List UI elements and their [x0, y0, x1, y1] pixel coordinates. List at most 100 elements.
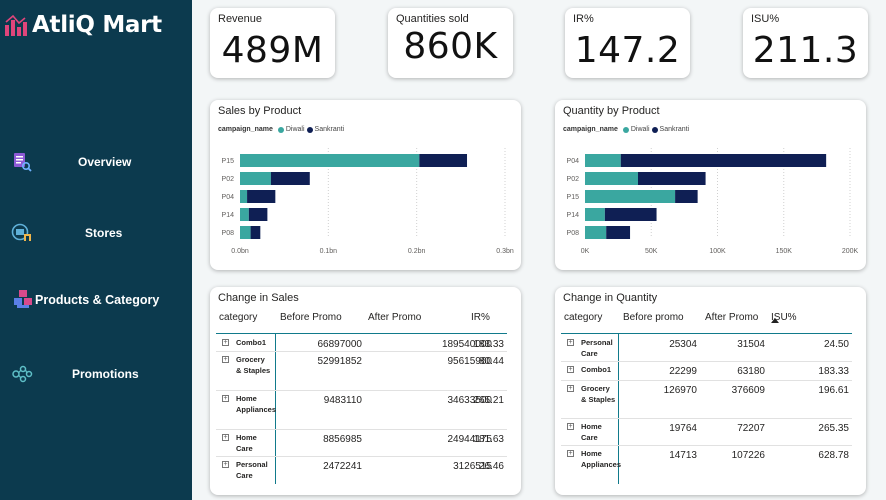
header-divider	[216, 333, 507, 334]
row-pct: 196.61	[818, 385, 849, 396]
bar-p14-diwali	[585, 208, 605, 221]
expand-icon[interactable]: +	[567, 385, 574, 392]
row-divider	[216, 456, 507, 457]
row-pct: 181.63	[473, 434, 504, 445]
row-divider	[561, 445, 852, 446]
x-tick-label: 0.1bn	[320, 248, 338, 255]
row-before: 25304	[669, 339, 697, 350]
bar-chart-logo-icon	[5, 14, 27, 36]
nav-products-category-label: Products & Category	[35, 293, 160, 307]
row-before: 8856985	[323, 434, 362, 445]
expand-icon[interactable]: +	[567, 339, 574, 346]
row-pct: 265.35	[818, 423, 849, 434]
bar-p15-diwali	[240, 154, 420, 167]
row-divider	[216, 429, 507, 430]
kpi-quantities-title: Quantities sold	[396, 13, 469, 25]
nav-stores[interactable]: Stores	[0, 218, 192, 248]
expand-icon[interactable]: +	[222, 461, 229, 468]
bar-p04-diwali	[240, 190, 248, 203]
row-pct: 265.21	[473, 395, 504, 406]
column-header[interactable]: category	[219, 312, 257, 323]
y-tick-label: P14	[567, 212, 580, 219]
row-divider	[216, 351, 507, 352]
bar-p14-diwali	[240, 208, 249, 221]
quantity-by-product-chart: 0K 50K 100K 150K 200K P04 P02 P15 P14 P08	[567, 148, 858, 255]
row-after: 31504	[737, 339, 765, 350]
bar-p14-sankranti	[604, 208, 657, 221]
row-before: 52991852	[317, 356, 363, 367]
bar-p04-sankranti	[247, 190, 276, 203]
row-category: Grocery & Staples	[236, 355, 271, 375]
report-icon	[14, 153, 32, 172]
row-pct: 80.44	[478, 356, 504, 367]
expand-icon[interactable]: +	[567, 423, 574, 430]
row-after: 63180	[737, 366, 765, 377]
row-after: 376609	[731, 385, 765, 396]
bar-p15-sankranti	[675, 190, 698, 203]
column-header[interactable]: After Promo	[368, 312, 421, 323]
expand-icon[interactable]: +	[222, 434, 229, 441]
bar-p08-diwali	[585, 226, 607, 239]
row-before: 14713	[669, 450, 697, 461]
row-before: 9483110	[323, 395, 362, 406]
bar-p02-sankranti	[638, 172, 706, 185]
column-header[interactable]: Before Promo	[280, 312, 342, 323]
y-tick-label: P14	[222, 212, 235, 219]
nav-overview[interactable]: Overview	[0, 147, 192, 177]
row-after: 72207	[737, 423, 765, 434]
column-header[interactable]: Before promo	[623, 312, 684, 323]
brand-name: AtliQ Mart	[32, 12, 162, 38]
row-divider	[216, 390, 507, 391]
sales-by-product-card: Sales by Product campaign_name Diwali Sa…	[210, 100, 521, 270]
kpi-quantities-value: 860K	[403, 26, 498, 67]
column-header[interactable]: category	[564, 312, 602, 323]
y-tick-label: P04	[567, 158, 580, 165]
expand-icon[interactable]: +	[567, 450, 574, 457]
nav-promotions-label: Promotions	[72, 367, 139, 381]
kpi-quantities-card: Quantities sold 860K	[388, 8, 513, 78]
bar-p04-diwali	[585, 154, 621, 167]
row-before: 66897000	[317, 339, 363, 350]
expand-icon[interactable]: +	[222, 339, 229, 346]
store-icon	[11, 223, 31, 241]
row-category: Personal Care	[581, 338, 613, 358]
row-category: Personal Care	[236, 460, 268, 480]
expand-icon[interactable]: +	[567, 366, 574, 373]
row-pct: 24.50	[823, 339, 849, 350]
y-tick-label: P08	[222, 230, 235, 237]
change-in-quantity-table: category Before promo After Promo ISU% + Pers…	[555, 287, 866, 495]
expand-icon[interactable]: +	[222, 356, 229, 363]
row-before: 19764	[669, 423, 697, 434]
y-tick-label: P02	[222, 176, 235, 183]
row-divider	[561, 380, 852, 381]
nav-overview-label: Overview	[78, 155, 132, 169]
row-pct: 183.33	[473, 339, 504, 350]
change-in-quantity-card: Change in Quantity category Before promo A…	[555, 287, 866, 495]
nav-products-category[interactable]: Products & Category	[0, 286, 192, 316]
kpi-revenue-card: Revenue 489M	[210, 8, 335, 78]
bar-p08-sankranti	[250, 226, 261, 239]
y-tick-label: P08	[567, 230, 580, 237]
expand-icon[interactable]: +	[222, 395, 229, 402]
nav-promotions[interactable]: Promotions	[0, 359, 192, 389]
change-in-sales-table: category Before Promo After Promo IR% + Combo…	[210, 287, 521, 495]
y-tick-label: P04	[222, 194, 235, 201]
row-category: Grocery & Staples	[581, 384, 616, 404]
x-tick-label: 100K	[709, 248, 726, 255]
y-tick-label: P15	[567, 194, 580, 201]
bar-p15-sankranti	[419, 154, 468, 167]
kpi-isu-value: 211.3	[752, 30, 859, 71]
bar-p15-diwali	[585, 190, 676, 203]
bar-p02-diwali	[240, 172, 271, 185]
bar-p14-sankranti	[248, 208, 268, 221]
kpi-revenue-title: Revenue	[218, 13, 263, 25]
row-divider	[561, 418, 852, 419]
row-pct: 628.78	[818, 450, 849, 461]
row-before: 2472241	[323, 461, 362, 472]
y-tick-label: P02	[567, 176, 580, 183]
bar-p08-sankranti	[606, 226, 631, 239]
column-header[interactable]: After Promo	[705, 312, 758, 323]
column-header[interactable]: IR%	[471, 312, 490, 323]
row-after: 107226	[731, 450, 765, 461]
row-before: 22299	[669, 366, 697, 377]
